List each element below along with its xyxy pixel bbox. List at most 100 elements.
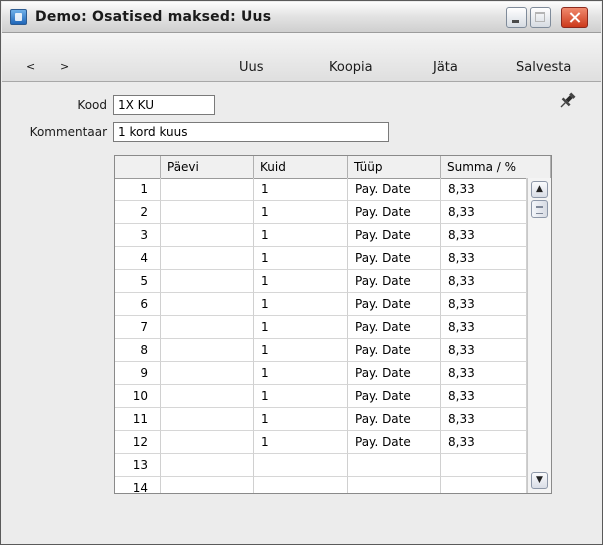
- kuid-cell[interactable]: 1: [254, 178, 348, 201]
- summa-cell[interactable]: 8,33: [441, 224, 527, 247]
- table-row[interactable]: 2 1 Pay. Date 8,33: [115, 201, 551, 224]
- tyyp-cell[interactable]: Pay. Date: [348, 270, 441, 293]
- tyyp-cell[interactable]: Pay. Date: [348, 362, 441, 385]
- paevi-cell[interactable]: [161, 454, 254, 477]
- row-number: 6: [115, 293, 161, 316]
- summa-cell[interactable]: 8,33: [441, 339, 527, 362]
- table-row[interactable]: 3 1 Pay. Date 8,33: [115, 224, 551, 247]
- kommentaar-field[interactable]: 1 kord kuus: [113, 122, 389, 142]
- tyyp-cell[interactable]: Pay. Date: [348, 385, 441, 408]
- copy-button[interactable]: Koopia: [329, 60, 373, 75]
- table-row[interactable]: 5 1 Pay. Date 8,33: [115, 270, 551, 293]
- kood-field[interactable]: 1X KU: [113, 95, 215, 115]
- paevi-cell[interactable]: [161, 431, 254, 454]
- kuid-cell[interactable]: 1: [254, 247, 348, 270]
- paevi-cell[interactable]: [161, 408, 254, 431]
- table-row[interactable]: 13: [115, 454, 551, 477]
- column-header-kuid[interactable]: Kuid: [254, 156, 348, 178]
- save-button[interactable]: Salvesta: [516, 60, 571, 75]
- summa-cell[interactable]: [441, 454, 527, 477]
- summa-cell[interactable]: 8,33: [441, 178, 527, 201]
- summa-cell[interactable]: 8,33: [441, 431, 527, 454]
- kuid-cell[interactable]: 1: [254, 431, 348, 454]
- minimize-button[interactable]: [506, 7, 527, 28]
- scroll-down-button[interactable]: ▼: [531, 472, 548, 489]
- discard-button[interactable]: Jäta: [433, 60, 458, 75]
- paevi-cell[interactable]: [161, 293, 254, 316]
- paevi-cell[interactable]: [161, 339, 254, 362]
- paevi-cell[interactable]: [161, 178, 254, 201]
- kuid-cell[interactable]: 1: [254, 408, 348, 431]
- row-number: 14: [115, 477, 161, 493]
- tyyp-cell[interactable]: Pay. Date: [348, 224, 441, 247]
- table-row[interactable]: 9 1 Pay. Date 8,33: [115, 362, 551, 385]
- maximize-button[interactable]: [530, 7, 551, 28]
- tyyp-cell[interactable]: Pay. Date: [348, 293, 441, 316]
- table-row[interactable]: 8 1 Pay. Date 8,33: [115, 339, 551, 362]
- row-number: 7: [115, 316, 161, 339]
- table-row[interactable]: 4 1 Pay. Date 8,33: [115, 247, 551, 270]
- chevron-up-icon: ▲: [536, 184, 543, 194]
- table-row[interactable]: 10 1 Pay. Date 8,33: [115, 385, 551, 408]
- tyyp-cell[interactable]: [348, 477, 441, 493]
- kuid-cell[interactable]: 1: [254, 339, 348, 362]
- paevi-cell[interactable]: [161, 224, 254, 247]
- vertical-scrollbar[interactable]: ▲ ▼: [527, 178, 551, 493]
- kuid-cell[interactable]: [254, 454, 348, 477]
- column-header-paevi[interactable]: Päevi: [161, 156, 254, 178]
- summa-cell[interactable]: 8,33: [441, 270, 527, 293]
- table-row[interactable]: 6 1 Pay. Date 8,33: [115, 293, 551, 316]
- summa-cell[interactable]: 8,33: [441, 201, 527, 224]
- summa-cell[interactable]: 8,33: [441, 247, 527, 270]
- kuid-cell[interactable]: 1: [254, 224, 348, 247]
- table-row[interactable]: 11 1 Pay. Date 8,33: [115, 408, 551, 431]
- summa-cell[interactable]: 8,33: [441, 316, 527, 339]
- kuid-cell[interactable]: 1: [254, 293, 348, 316]
- summa-cell[interactable]: 8,33: [441, 362, 527, 385]
- column-header-tyyp[interactable]: Tüüp: [348, 156, 441, 178]
- title-bar[interactable]: Demo: Osatised maksed: Uus: [2, 2, 601, 33]
- row-number: 3: [115, 224, 161, 247]
- kuid-cell[interactable]: 1: [254, 362, 348, 385]
- paevi-cell[interactable]: [161, 201, 254, 224]
- scroll-up-button[interactable]: ▲: [531, 181, 548, 198]
- table-row[interactable]: 7 1 Pay. Date 8,33: [115, 316, 551, 339]
- tyyp-cell[interactable]: Pay. Date: [348, 408, 441, 431]
- tyyp-cell[interactable]: Pay. Date: [348, 247, 441, 270]
- tyyp-cell[interactable]: [348, 454, 441, 477]
- row-number: 4: [115, 247, 161, 270]
- table-header: Päevi Kuid Tüüp Summa / %: [115, 156, 551, 179]
- chevron-down-icon: ▼: [536, 475, 543, 485]
- pin-icon[interactable]: [557, 91, 577, 111]
- tyyp-cell[interactable]: Pay. Date: [348, 201, 441, 224]
- record-window: Demo: Osatised maksed: Uus < > Uus Koopi…: [0, 0, 603, 545]
- tyyp-cell[interactable]: Pay. Date: [348, 316, 441, 339]
- paevi-cell[interactable]: [161, 316, 254, 339]
- summa-cell[interactable]: 8,33: [441, 293, 527, 316]
- kuid-cell[interactable]: 1: [254, 270, 348, 293]
- column-header-summa[interactable]: Summa / %: [441, 156, 551, 178]
- tyyp-cell[interactable]: Pay. Date: [348, 431, 441, 454]
- summa-cell[interactable]: 8,33: [441, 408, 527, 431]
- table-row[interactable]: 14: [115, 477, 551, 493]
- paevi-cell[interactable]: [161, 247, 254, 270]
- kuid-cell[interactable]: 1: [254, 316, 348, 339]
- kuid-cell[interactable]: 1: [254, 201, 348, 224]
- summa-cell[interactable]: 8,33: [441, 385, 527, 408]
- paevi-cell[interactable]: [161, 385, 254, 408]
- table-row[interactable]: 12 1 Pay. Date 8,33: [115, 431, 551, 454]
- kuid-cell[interactable]: [254, 477, 348, 493]
- tyyp-cell[interactable]: Pay. Date: [348, 339, 441, 362]
- kuid-cell[interactable]: 1: [254, 385, 348, 408]
- paevi-cell[interactable]: [161, 270, 254, 293]
- new-button[interactable]: Uus: [239, 60, 264, 75]
- close-button[interactable]: [561, 7, 588, 28]
- tyyp-cell[interactable]: Pay. Date: [348, 178, 441, 201]
- paevi-cell[interactable]: [161, 477, 254, 493]
- previous-record-button[interactable]: <: [26, 60, 35, 73]
- paevi-cell[interactable]: [161, 362, 254, 385]
- next-record-button[interactable]: >: [60, 60, 69, 73]
- scrollbar-thumb[interactable]: [531, 200, 548, 218]
- table-row[interactable]: 1 1 Pay. Date 8,33: [115, 178, 551, 201]
- summa-cell[interactable]: [441, 477, 527, 493]
